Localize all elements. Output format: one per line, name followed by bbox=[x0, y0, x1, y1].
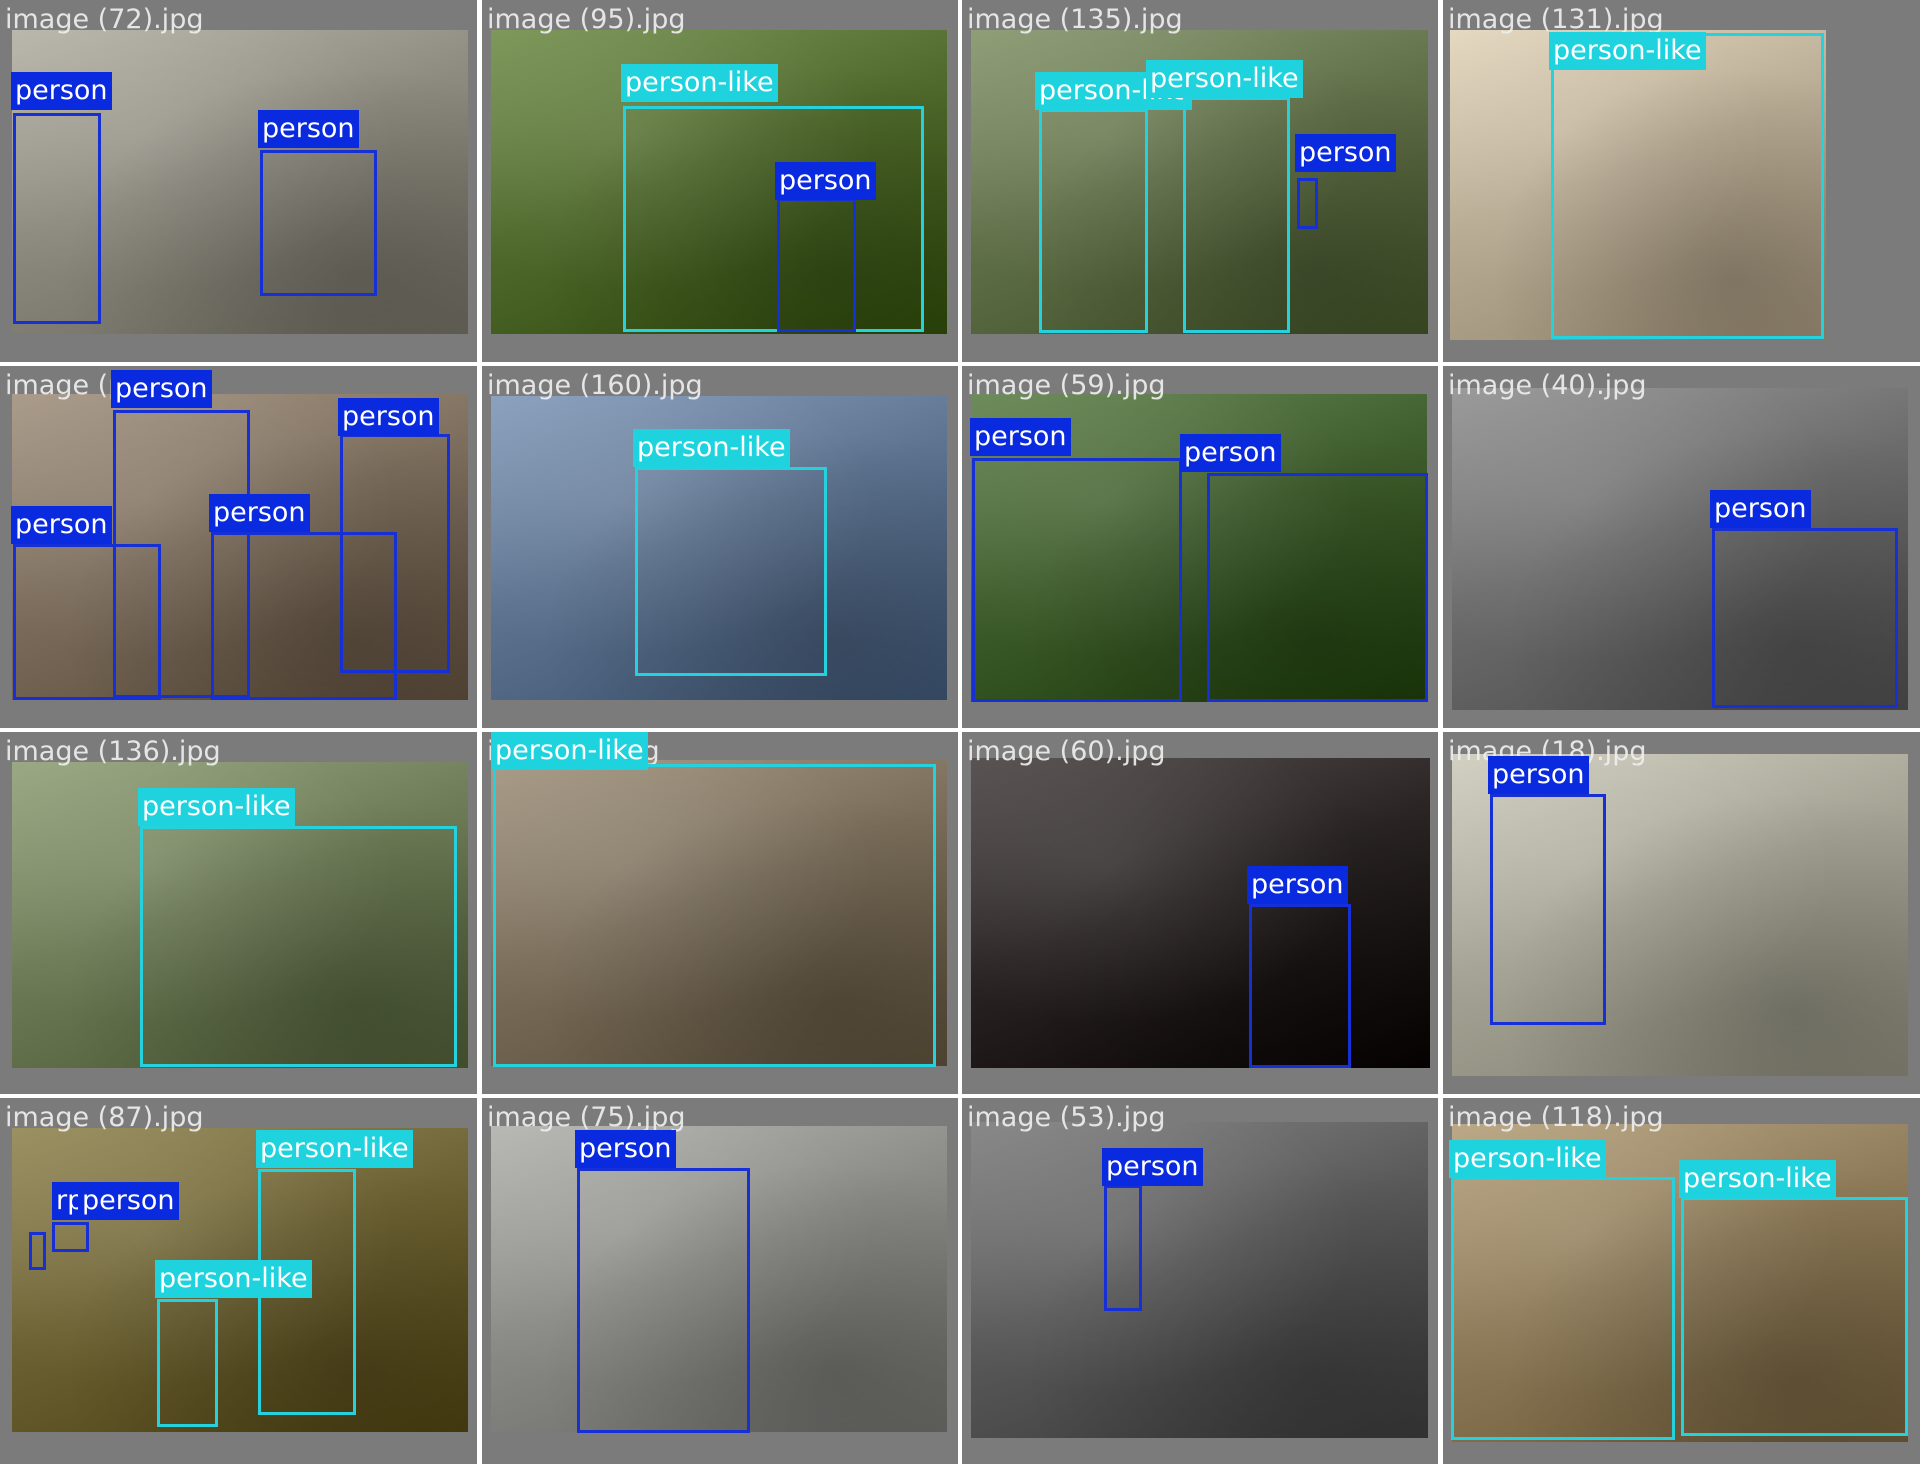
person-label: person bbox=[1488, 756, 1589, 794]
photo bbox=[971, 758, 1430, 1068]
person-like-label: person-like bbox=[1549, 32, 1706, 70]
person-bounding-box bbox=[1297, 178, 1318, 229]
person-bounding-box bbox=[1490, 794, 1606, 1025]
person-like-bounding-box bbox=[1681, 1197, 1908, 1436]
person-label: person bbox=[970, 418, 1071, 456]
image-tile: image ( ).jpgperson-like bbox=[482, 732, 958, 1094]
person-label: person bbox=[11, 72, 112, 110]
image-filename: image (95).jpg bbox=[487, 4, 686, 35]
person-like-bounding-box bbox=[623, 106, 924, 332]
image-tile: image (person person person person person bbox=[0, 366, 477, 728]
image-filename: image (72).jpg bbox=[5, 4, 204, 35]
person-label: person bbox=[111, 370, 212, 408]
person-label: person bbox=[11, 506, 112, 544]
person-label: person bbox=[258, 110, 359, 148]
person-bounding-box bbox=[52, 1222, 89, 1252]
image-filename: image (160).jpg bbox=[487, 370, 703, 401]
person-like-label: person-like bbox=[256, 1130, 413, 1168]
image-tile: image (160).jpg person-like bbox=[482, 366, 958, 728]
person-bounding-box bbox=[1104, 1185, 1142, 1311]
image-tile: image (59).jpg person person bbox=[962, 366, 1438, 728]
person-like-bounding-box bbox=[140, 826, 457, 1067]
person-like-bounding-box bbox=[635, 467, 827, 676]
person-like-label: person-like bbox=[155, 1260, 312, 1298]
image-filename: image (135).jpg bbox=[967, 4, 1183, 35]
person-label: person bbox=[209, 494, 310, 532]
person-like-label: person-like bbox=[633, 429, 790, 467]
person-bounding-box bbox=[972, 458, 1182, 702]
image-tile: image (18).jpg person bbox=[1443, 732, 1920, 1094]
image-tile: image (118).jpg person-like person-like bbox=[1443, 1098, 1920, 1464]
person-bounding-box bbox=[13, 544, 161, 700]
person-like-label: person-like bbox=[138, 788, 295, 826]
person-label: person bbox=[775, 162, 876, 200]
person-bounding-box bbox=[13, 113, 101, 324]
person-bounding-box bbox=[260, 150, 377, 296]
person-label: person bbox=[1247, 866, 1348, 904]
person-like-label: person-like bbox=[621, 64, 778, 102]
image-filename: image (118).jpg bbox=[1448, 1102, 1664, 1133]
image-filename: image (136).jpg bbox=[5, 736, 221, 767]
person-bounding-box bbox=[340, 434, 450, 673]
image-filename: image (87).jpg bbox=[5, 1102, 204, 1133]
person-label: person bbox=[1295, 134, 1396, 172]
person-bounding-box bbox=[1207, 473, 1428, 702]
image-tile: image (53).jpg person bbox=[962, 1098, 1438, 1464]
image-tile: image (135).jpg person-like person-like per… bbox=[962, 0, 1438, 362]
person-label: person bbox=[1710, 490, 1811, 528]
person-like-label: person-like bbox=[491, 732, 648, 770]
person-label: person bbox=[575, 1130, 676, 1168]
image-tile: image (72).jpg person person bbox=[0, 0, 477, 362]
person-like-label: person-like bbox=[1449, 1140, 1606, 1178]
image-tile: image (87).jpgperson-likerpersonpersonpe… bbox=[0, 1098, 477, 1464]
person-label: person bbox=[1102, 1148, 1203, 1186]
image-tile: image (131).jpg person-like bbox=[1443, 0, 1920, 362]
person-like-bounding-box bbox=[493, 764, 936, 1067]
image-tile: image (75).jpg person bbox=[482, 1098, 958, 1464]
person-like-bounding-box bbox=[1551, 33, 1824, 339]
image-tile: image (40).jpg person bbox=[1443, 366, 1920, 728]
person-label: person bbox=[78, 1182, 179, 1220]
person-bounding-box bbox=[577, 1168, 750, 1433]
person-label: person bbox=[1180, 434, 1281, 472]
person-bounding-box bbox=[1712, 528, 1898, 708]
image-filename: image (53).jpg bbox=[967, 1102, 1166, 1133]
image-tile: image (136).jpg person-like bbox=[0, 732, 477, 1094]
person-like-label: person-like bbox=[1146, 60, 1303, 98]
image-tile: image (60).jpg person bbox=[962, 732, 1438, 1094]
person-bounding-box bbox=[29, 1232, 46, 1270]
image-filename: image (40).jpg bbox=[1448, 370, 1647, 401]
image-filename: image (60).jpg bbox=[967, 736, 1166, 767]
person-like-bounding-box bbox=[157, 1299, 218, 1427]
person-bounding-box bbox=[1249, 904, 1351, 1068]
person-bounding-box bbox=[777, 198, 856, 332]
person-like-label: person-like bbox=[1679, 1160, 1836, 1198]
person-like-bounding-box bbox=[1451, 1177, 1675, 1440]
image-filename: image (59).jpg bbox=[967, 370, 1166, 401]
person-like-bounding-box bbox=[1183, 97, 1290, 333]
image-tile: image (95).jpg person-like person bbox=[482, 0, 958, 362]
person-like-bounding-box bbox=[1039, 109, 1148, 333]
person-label: person bbox=[338, 398, 439, 436]
detection-grid: image (72).jpg person person image (95).jpg… bbox=[0, 0, 1920, 1464]
